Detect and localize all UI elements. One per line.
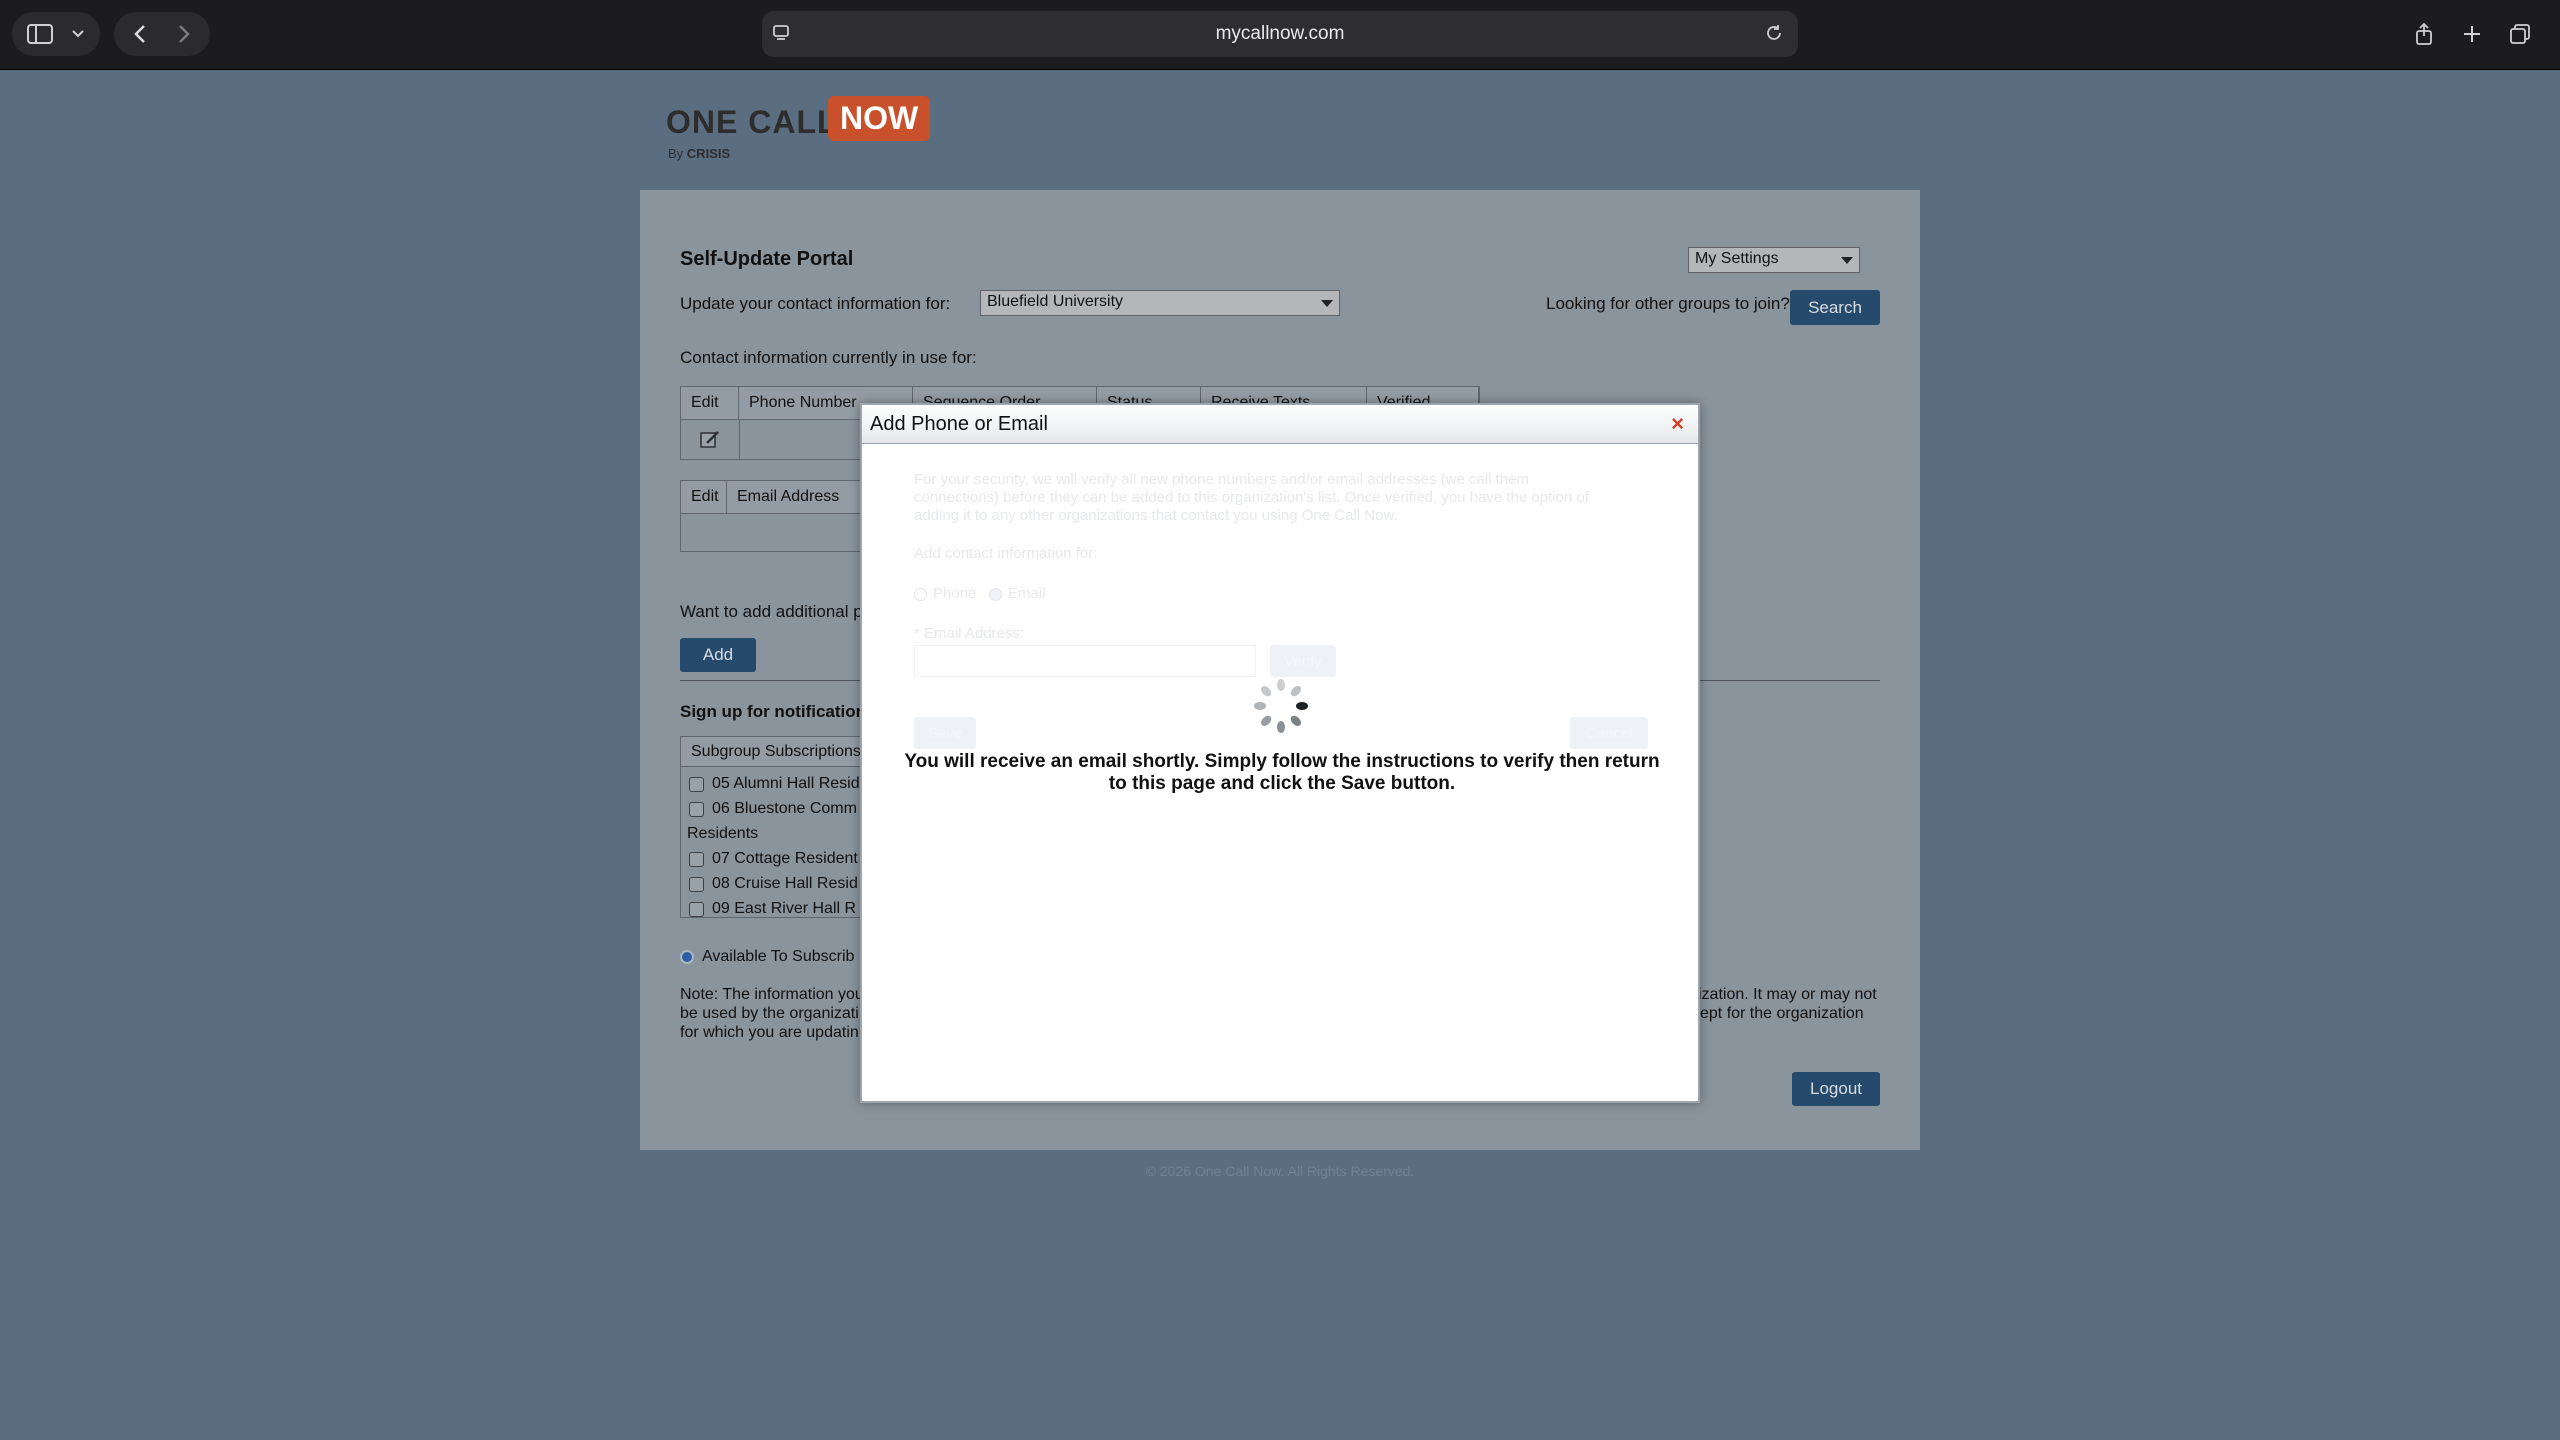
subgroup-item[interactable]: 06 Bluestone Comm <box>689 800 857 818</box>
page-title: Self-Update Portal <box>680 248 854 270</box>
logo-one-call: ONE CALL <box>666 104 838 140</box>
add-button[interactable]: Add <box>680 638 756 672</box>
close-icon[interactable]: × <box>1671 411 1684 437</box>
phone-radio[interactable] <box>914 587 927 601</box>
note-line-2-end: ept for the organization <box>1700 1005 1864 1022</box>
logout-button[interactable]: Logout <box>1792 1072 1880 1106</box>
verification-message: You will receive an email shortly. Simpl… <box>904 751 1660 794</box>
save-button[interactable]: Save <box>914 717 976 749</box>
email-table-header-edit: Edit <box>681 481 727 513</box>
organization-select[interactable]: Bluefield University <box>980 290 1340 316</box>
loading-spinner-icon <box>1251 676 1311 736</box>
checkbox[interactable] <box>689 776 704 792</box>
email-radio[interactable] <box>988 587 1002 601</box>
checkbox[interactable] <box>689 876 704 892</box>
new-tab-icon[interactable] <box>2452 14 2492 54</box>
email-option-label: Email <box>1007 585 1046 602</box>
back-icon[interactable] <box>120 14 160 54</box>
browser-toolbar: mycallnow.com <box>0 0 2560 70</box>
note-line-3: for which you are updatin <box>680 1024 859 1041</box>
logo-now: NOW <box>828 96 931 141</box>
chevron-down-icon <box>1321 300 1333 307</box>
address-bar[interactable]: mycallnow.com <box>762 11 1798 57</box>
settings-select[interactable]: My Settings <box>1688 247 1860 273</box>
checkbox[interactable] <box>689 851 704 867</box>
subgroup-item-continuation: Residents <box>687 825 759 842</box>
dialog-title: Add Phone or Email <box>870 413 1048 435</box>
subgroup-item[interactable]: 08 Cruise Hall Resid <box>689 875 858 893</box>
edit-icon[interactable] <box>699 429 721 454</box>
tab-overview-icon[interactable] <box>2500 14 2540 54</box>
settings-select-value: My Settings <box>1695 250 1779 267</box>
note-line-1-end: ization. It may or may not <box>1698 986 1877 1003</box>
verify-button[interactable]: Verify <box>1270 645 1336 677</box>
radio-selected-icon <box>680 950 694 964</box>
update-label: Update your contact information for: <box>680 294 951 313</box>
forward-icon[interactable] <box>164 14 204 54</box>
cancel-button[interactable]: Cancel <box>1570 717 1648 749</box>
dialog-header: Add Phone or Email × <box>862 405 1698 444</box>
one-call-now-logo: ONE CALL NOW By CRISIS <box>666 94 931 164</box>
footer-copyright: © 2026 One Call Now. All Rights Reserved… <box>1145 1163 1415 1179</box>
chevron-down-icon <box>1841 257 1853 264</box>
other-groups-label: Looking for other groups to join? <box>1546 294 1790 313</box>
subgroup-item[interactable]: 05 Alumni Hall Resid <box>689 775 860 793</box>
subgroup-item[interactable]: 07 Cottage Resident <box>689 850 858 868</box>
contact-info-label: Contact information currently in use for… <box>680 348 977 367</box>
email-address-input[interactable] <box>914 645 1256 677</box>
security-intro-line-3: adding it to any other organizations tha… <box>914 507 1398 524</box>
security-intro-line-1: For your security, we will verify all ne… <box>914 471 1529 488</box>
add-phone-or-email-dialog: Add Phone or Email × For your security, … <box>860 403 1700 1103</box>
sidebar-icon[interactable] <box>20 14 60 54</box>
contact-type-options: Phone Email <box>914 585 1045 602</box>
checkbox[interactable] <box>689 801 704 817</box>
subgroup-item[interactable]: 09 East River Hall R <box>689 900 856 918</box>
phone-option-label: Phone <box>933 585 977 602</box>
organization-select-value: Bluefield University <box>987 293 1124 310</box>
search-button[interactable]: Search <box>1790 290 1880 325</box>
signup-label: Sign up for notification <box>680 702 867 721</box>
add-additional-label: Want to add additional ph <box>680 602 873 621</box>
email-address-label: * Email Address: <box>914 625 1025 642</box>
logo-byline: By CRISIS <box>668 146 731 161</box>
note-line-2: be used by the organizati <box>680 1005 859 1022</box>
checkbox[interactable] <box>689 901 704 917</box>
note-line-1: Note: The information you <box>680 986 864 1003</box>
phone-table-header-edit: Edit <box>681 387 739 419</box>
available-to-subscribe-legend: Available To Subscrib <box>680 948 854 966</box>
share-icon[interactable] <box>2404 14 2444 54</box>
chevron-down-icon[interactable] <box>64 14 92 54</box>
reload-icon[interactable] <box>1764 23 1784 48</box>
add-for-label: Add contact information for: <box>914 545 1098 562</box>
url-text: mycallnow.com <box>1215 23 1345 44</box>
security-intro-line-2: connections) before they can be added to… <box>914 489 1589 506</box>
